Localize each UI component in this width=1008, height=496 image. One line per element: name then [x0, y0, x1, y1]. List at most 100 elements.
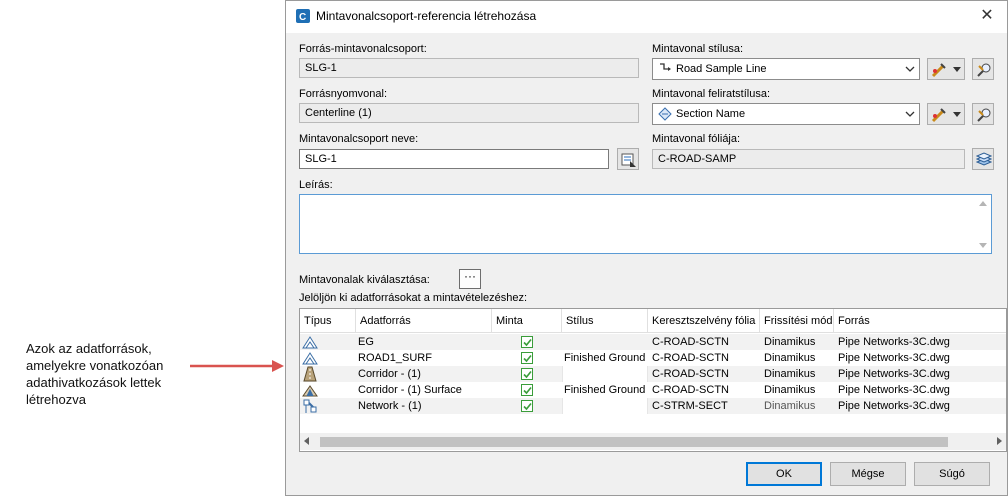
- civil3d-app-icon: C: [296, 9, 310, 23]
- sample-line-style-dropdown[interactable]: Road Sample Line: [652, 58, 920, 80]
- cell-update-mode[interactable]: Dinamikus: [762, 366, 815, 382]
- table-header: Típus Adatforrás Minta Stílus Keresztsze…: [300, 309, 1006, 333]
- checkmark-icon: [523, 370, 532, 379]
- checkmark-icon: [523, 338, 532, 347]
- edit-style-icon: [931, 63, 946, 78]
- source-group-label: Forrás-mintavonalcsoport:: [299, 43, 427, 55]
- preview-style-icon: [977, 63, 991, 77]
- sample-checkbox[interactable]: [521, 384, 533, 396]
- cell-origin: Pipe Networks-3C.dwg: [838, 368, 950, 380]
- checkmark-icon: [523, 354, 532, 363]
- table-row[interactable]: Network - (1) C-STRM-SECT Dinamikus Pipe…: [300, 398, 1006, 414]
- col-header-origin[interactable]: Forrás: [834, 309, 1006, 333]
- label-style-dropdown[interactable]: Section Name: [652, 103, 920, 125]
- source-group-field: SLG-1: [299, 58, 639, 78]
- table-horizontal-scrollbar[interactable]: [300, 433, 1006, 450]
- cell-layer[interactable]: C-ROAD-SCTN: [650, 334, 729, 350]
- scroll-up-icon: [979, 201, 987, 206]
- cell-style[interactable]: Finished Ground: [562, 350, 645, 366]
- create-sample-line-group-reference-dialog: C Mintavonalcsoport-referencia létrehozá…: [285, 0, 1008, 496]
- col-header-source[interactable]: Adatforrás: [356, 309, 492, 333]
- table-row[interactable]: EG C-ROAD-SCTN Dinamikus Pipe Networks-3…: [300, 334, 1006, 350]
- col-header-style[interactable]: Stílus: [562, 309, 648, 333]
- sample-line-style-value: Road Sample Line: [676, 63, 767, 75]
- label-style-icon: [658, 107, 672, 121]
- sample-checkbox[interactable]: [521, 368, 533, 380]
- data-sources-table: Típus Adatforrás Minta Stílus Keresztsze…: [299, 308, 1007, 452]
- sample-checkbox[interactable]: [521, 336, 533, 348]
- sample-line-layer-label: Mintavonal fóliája:: [652, 133, 741, 145]
- scroll-right-icon[interactable]: [997, 437, 1002, 445]
- callout-text: Azok az adatforrások, amelyekre vonatkoz…: [26, 341, 164, 407]
- scroll-left-icon[interactable]: [304, 437, 309, 445]
- group-name-input[interactable]: SLG-1: [299, 149, 609, 169]
- cell-style[interactable]: Finished Ground: [562, 382, 645, 398]
- cancel-button[interactable]: Mégse: [830, 462, 906, 486]
- scrollbar-thumb[interactable]: [320, 437, 948, 447]
- cell-update-mode[interactable]: Dinamikus: [762, 382, 815, 398]
- checkmark-icon: [523, 386, 532, 395]
- sample-line-style-label: Mintavonal stílusa:: [652, 43, 744, 55]
- cell-style-value: [563, 398, 565, 414]
- label-style-preview-button[interactable]: [972, 103, 994, 125]
- split-caret-icon: [953, 112, 961, 117]
- cell-update-mode[interactable]: Dinamikus: [762, 334, 815, 350]
- table-row[interactable]: ROAD1_SURF Finished Ground C-ROAD-SCTN D…: [300, 350, 1006, 366]
- cell-origin: Pipe Networks-3C.dwg: [838, 336, 950, 348]
- cell-origin: Pipe Networks-3C.dwg: [838, 400, 950, 412]
- label-style-label: Mintavonal feliratstílusa:: [652, 88, 770, 100]
- name-template-icon: [621, 153, 636, 167]
- style-preview-button[interactable]: [972, 58, 994, 80]
- group-name-label: Mintavonalcsoport neve:: [299, 133, 419, 145]
- close-button[interactable]: ✕: [967, 1, 1007, 31]
- source-alignment-field: Centerline (1): [299, 103, 639, 123]
- cell-layer[interactable]: C-ROAD-SCTN: [650, 382, 729, 398]
- description-label: Leírás:: [299, 179, 333, 191]
- sample-checkbox[interactable]: [521, 352, 533, 364]
- scroll-down-icon: [979, 243, 987, 248]
- help-button[interactable]: Súgó: [914, 462, 990, 486]
- sample-checkbox[interactable]: [521, 400, 533, 412]
- cell-origin: Pipe Networks-3C.dwg: [838, 384, 950, 396]
- ok-button[interactable]: OK: [746, 462, 822, 486]
- description-textarea[interactable]: [299, 194, 992, 254]
- cell-update-mode[interactable]: Dinamikus: [762, 398, 815, 414]
- table-row[interactable]: Corridor - (1) Surface Finished Ground C…: [300, 382, 1006, 398]
- name-template-button[interactable]: [617, 148, 639, 170]
- cell-origin: Pipe Networks-3C.dwg: [838, 352, 950, 364]
- table-row[interactable]: Corridor - (1) C-ROAD-SCTN Dinamikus Pip…: [300, 366, 1006, 382]
- label-style-value: Section Name: [676, 108, 746, 120]
- col-header-layer[interactable]: Keresztszelvény fólia: [648, 309, 760, 333]
- style-edit-split-button[interactable]: [927, 58, 965, 80]
- select-sample-lines-label: Mintavonalak kiválasztása:: [299, 274, 430, 286]
- chevron-down-icon: [905, 111, 915, 117]
- dialog-title: Mintavonalcsoport-referencia létrehozása: [316, 9, 537, 23]
- sample-line-layer-field: C-ROAD-SAMP: [652, 149, 965, 169]
- cell-layer[interactable]: C-STRM-SECT: [650, 398, 728, 414]
- surface-icon: [302, 336, 318, 349]
- col-header-type[interactable]: Típus: [300, 309, 356, 333]
- cell-source: Network - (1): [358, 400, 422, 412]
- cell-style[interactable]: [562, 366, 648, 382]
- preview-style-icon: [977, 108, 991, 122]
- label-style-edit-split-button[interactable]: [927, 103, 965, 125]
- split-caret-icon: [953, 67, 961, 72]
- cell-layer[interactable]: C-ROAD-SCTN: [650, 366, 729, 382]
- cell-layer[interactable]: C-ROAD-SCTN: [650, 350, 729, 366]
- cell-update-mode[interactable]: Dinamikus: [762, 350, 815, 366]
- col-header-update-mode[interactable]: Frissítési mód: [760, 309, 834, 333]
- pipe-network-icon: [303, 399, 317, 413]
- cell-style[interactable]: [562, 398, 648, 414]
- description-scrollbar[interactable]: [977, 197, 989, 252]
- col-header-sample[interactable]: Minta: [492, 309, 562, 333]
- cell-style[interactable]: [562, 334, 564, 350]
- corridor-icon: [303, 366, 317, 382]
- edit-style-icon: [931, 108, 946, 123]
- select-sample-lines-button[interactable]: ···: [459, 269, 481, 289]
- corridor-surface-icon: [302, 385, 318, 397]
- cell-style-value: [563, 366, 565, 382]
- chevron-down-icon: [905, 66, 915, 72]
- layer-button[interactable]: [972, 148, 994, 170]
- source-alignment-label: Forrásnyomvonal:: [299, 88, 388, 100]
- surface-icon: [302, 352, 318, 365]
